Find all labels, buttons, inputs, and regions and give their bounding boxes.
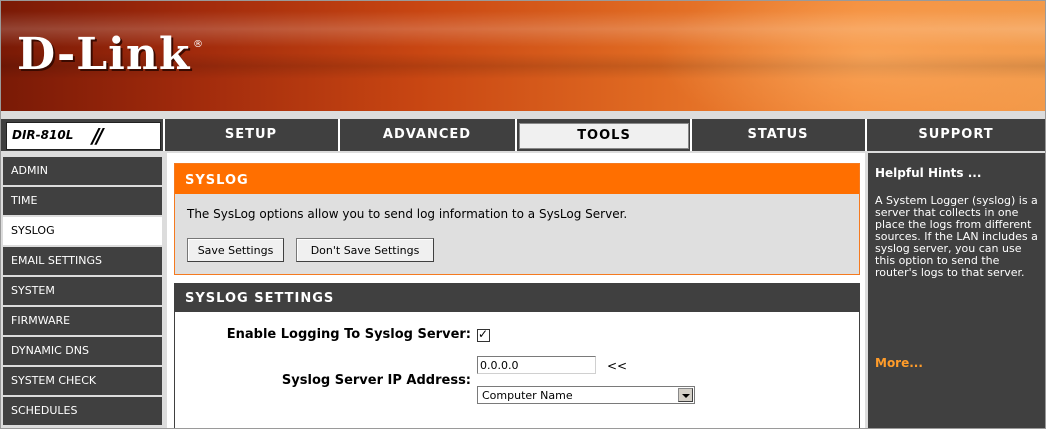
menu-item-email-settings[interactable]: EMAIL SETTINGS <box>3 247 162 275</box>
helpful-hints-panel: Helpful Hints ... A System Logger (syslo… <box>868 153 1045 428</box>
syslog-settings-section: SYSLOG SETTINGS Enable Logging To Syslog… <box>174 283 860 428</box>
menu-item-admin[interactable]: ADMIN <box>3 157 162 185</box>
menu-item-firmware[interactable]: FIRMWARE <box>3 307 162 335</box>
save-settings-button[interactable]: Save Settings <box>187 238 284 262</box>
syslog-settings-title: SYSLOG SETTINGS <box>175 284 859 312</box>
menu-item-system-check[interactable]: SYSTEM CHECK <box>3 367 162 395</box>
left-menu: ADMIN TIME SYSLOG EMAIL SETTINGS SYSTEM … <box>1 157 164 428</box>
checkmark-icon: ✓ <box>478 327 489 341</box>
menu-item-schedules[interactable]: SCHEDULES <box>3 397 162 425</box>
copy-arrows[interactable]: << <box>607 359 627 373</box>
chevron-down-icon[interactable] <box>678 388 693 402</box>
hints-title: Helpful Hints ... <box>875 166 982 180</box>
enable-logging-label: Enable Logging To Syslog Server: <box>226 327 471 342</box>
tab-setup[interactable]: SETUP <box>165 119 337 151</box>
model-badge: DIR-810L // <box>6 122 161 150</box>
hints-body: A System Logger (syslog) is a server tha… <box>875 194 1038 279</box>
syslog-description: The SysLog options allow you to send log… <box>187 207 628 221</box>
more-link[interactable]: More... <box>875 356 923 370</box>
computer-name-select-value: Computer Name <box>482 389 573 402</box>
enable-logging-checkbox[interactable]: ✓ <box>477 327 490 342</box>
tab-status[interactable]: STATUS <box>692 119 864 151</box>
menu-item-syslog[interactable]: SYSLOG <box>3 217 162 245</box>
model-slash-icon: // <box>92 124 103 148</box>
menu-item-time[interactable]: TIME <box>3 187 162 215</box>
tab-tools[interactable]: TOOLS <box>519 123 689 149</box>
tab-support[interactable]: SUPPORT <box>867 119 1045 151</box>
model-name: DIR-810L <box>12 128 74 142</box>
banner-highlight <box>655 1 1045 111</box>
menu-item-dynamic-dns[interactable]: DYNAMIC DNS <box>3 337 162 365</box>
syslog-ip-label: Syslog Server IP Address: <box>281 373 471 388</box>
tab-advanced[interactable]: ADVANCED <box>340 119 514 151</box>
syslog-section: SYSLOG The SysLog options allow you to s… <box>174 163 860 275</box>
dlink-logo: D-Link <box>17 29 191 80</box>
nav-separator <box>515 119 517 151</box>
menu-item-system[interactable]: SYSTEM <box>3 277 162 305</box>
syslog-section-title: SYSLOG <box>175 164 859 194</box>
syslog-ip-input[interactable] <box>477 356 596 374</box>
router-admin-page: D-Link ® DIR-810L // SETUP ADVANCED TOOL… <box>0 0 1046 429</box>
dont-save-settings-button[interactable]: Don't Save Settings <box>296 238 434 262</box>
registered-mark: ® <box>193 39 203 50</box>
header-banner: D-Link ® <box>1 1 1045 111</box>
computer-name-select[interactable]: Computer Name <box>477 386 695 404</box>
